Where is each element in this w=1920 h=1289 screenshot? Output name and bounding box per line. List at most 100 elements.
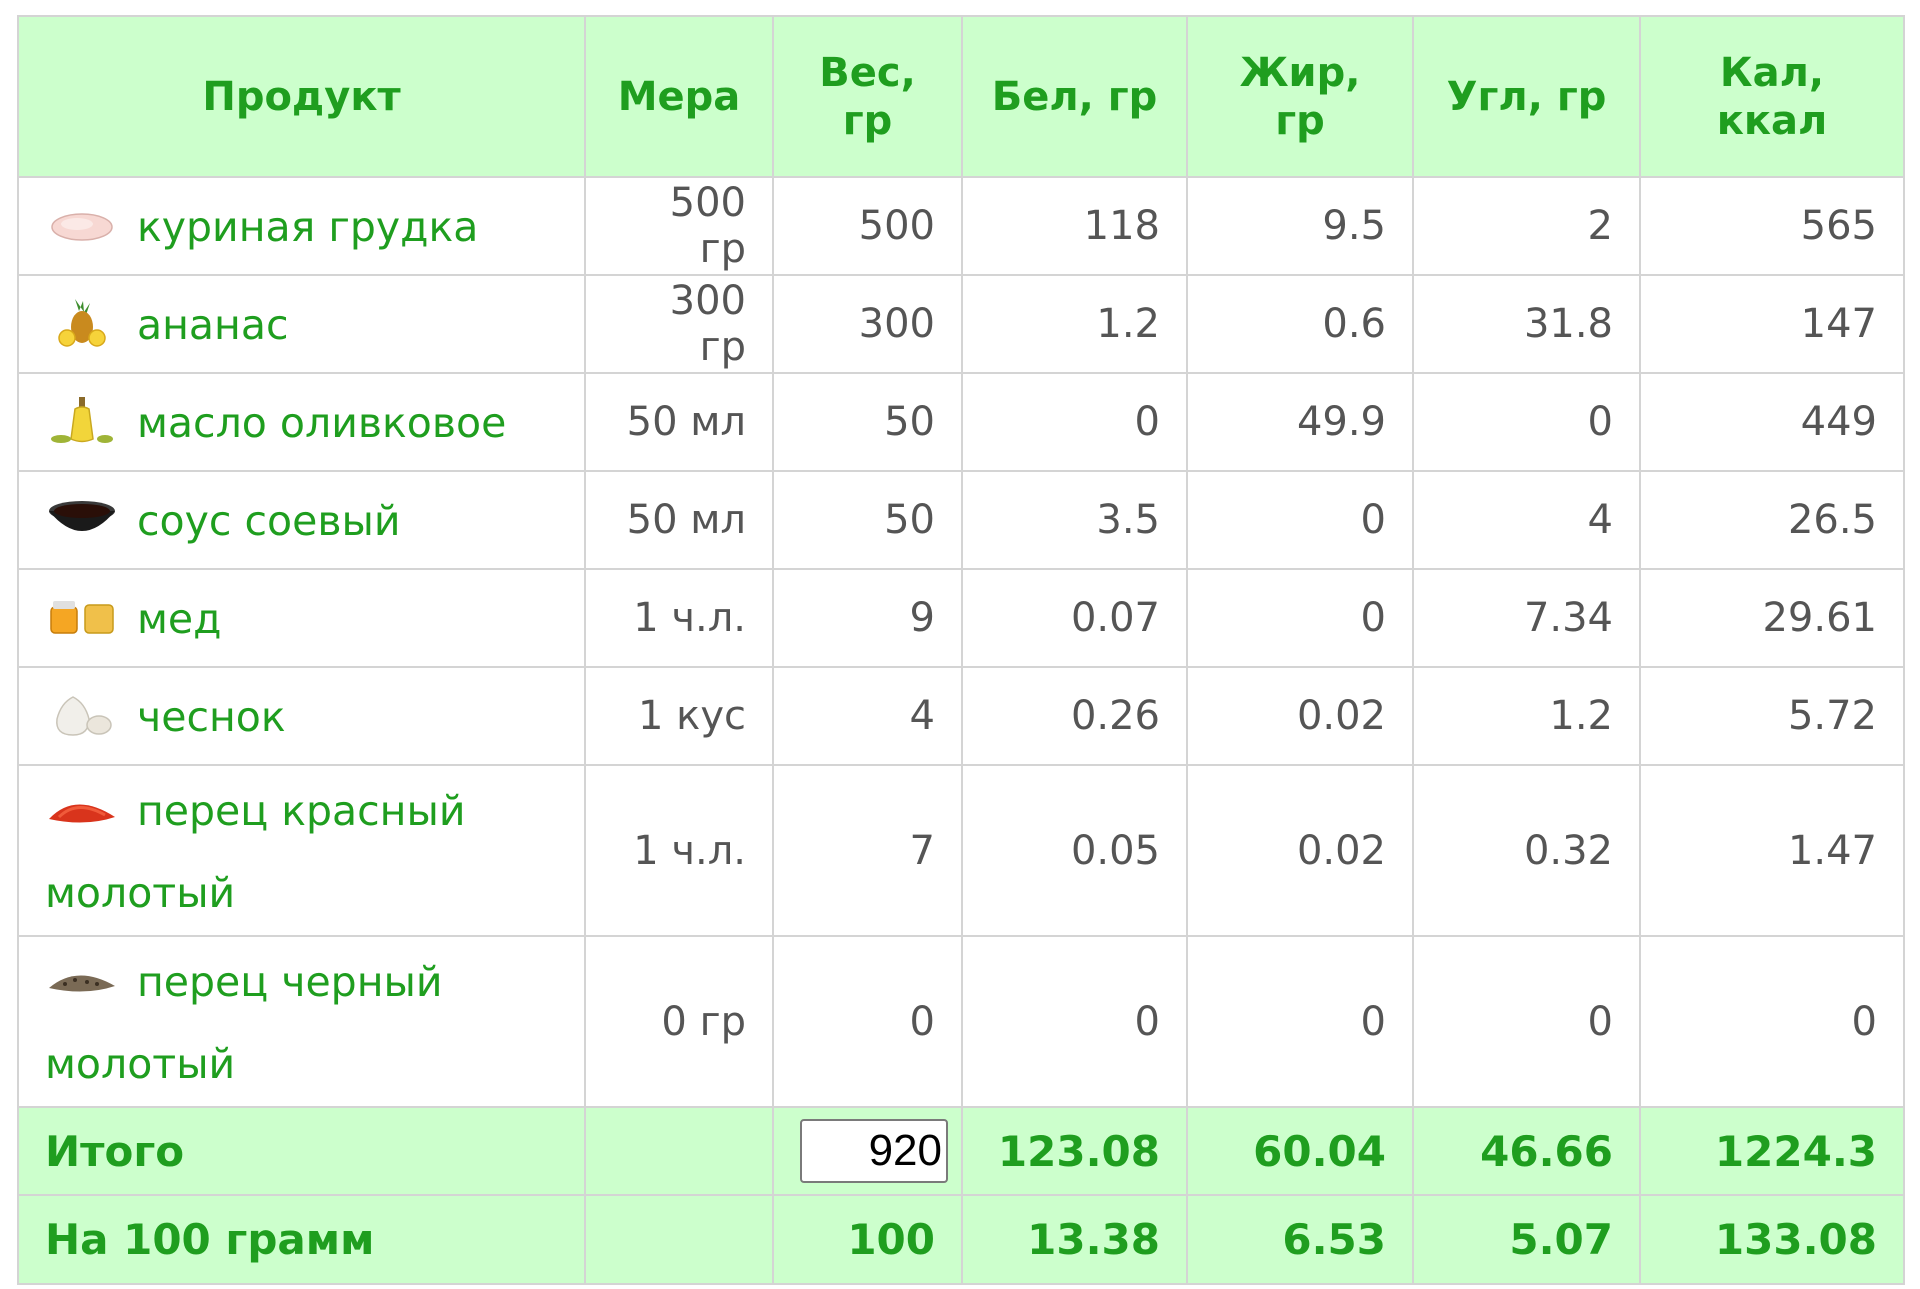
header-row: Продукт Мера Вес, гр Бел, гр Жир, гр Угл… bbox=[17, 15, 1905, 178]
product-cell: перец красный молотый bbox=[17, 764, 586, 937]
column-header-product: Продукт bbox=[17, 15, 586, 178]
fat-cell: 49.9 bbox=[1186, 372, 1414, 472]
measure-cell: 1 кус bbox=[584, 666, 774, 766]
column-header-calories: Кал, ккал bbox=[1639, 15, 1905, 178]
weight-cell: 500 bbox=[772, 176, 963, 276]
nutrition-table-container: Продукт Мера Вес, гр Бел, гр Жир, гр Угл… bbox=[17, 15, 1905, 1285]
fat-cell: 0.02 bbox=[1186, 666, 1414, 766]
product-link[interactable]: мед bbox=[137, 595, 222, 643]
fat-cell: 0.02 bbox=[1186, 764, 1414, 937]
fat-cell: 0 bbox=[1186, 568, 1414, 668]
table-row: ананас 300 гр 300 1.2 0.6 31.8 147 bbox=[17, 274, 1905, 374]
calories-cell: 26.5 bbox=[1639, 470, 1905, 570]
protein-cell: 3.5 bbox=[961, 470, 1188, 570]
product-cell: куриная грудка bbox=[17, 176, 586, 276]
chicken-breast-icon bbox=[45, 199, 119, 249]
table-row: мед 1 ч.л. 9 0.07 0 7.34 29.61 bbox=[17, 568, 1905, 668]
red-pepper-powder-icon bbox=[45, 783, 119, 833]
calories-cell: 147 bbox=[1639, 274, 1905, 374]
weight-cell: 50 bbox=[772, 372, 963, 472]
total-measure-cell bbox=[584, 1106, 774, 1196]
soy-sauce-icon bbox=[45, 493, 119, 543]
product-cell: соус соевый bbox=[17, 470, 586, 570]
carbs-cell: 31.8 bbox=[1412, 274, 1641, 374]
measure-cell: 500 гр bbox=[584, 176, 774, 276]
total-protein-cell: 123.08 bbox=[961, 1106, 1188, 1196]
protein-cell: 118 bbox=[961, 176, 1188, 276]
carbs-cell: 4 bbox=[1412, 470, 1641, 570]
weight-cell: 300 bbox=[772, 274, 963, 374]
per-100g-calories-cell: 133.08 bbox=[1639, 1194, 1905, 1285]
per-100g-label: На 100 грамм bbox=[17, 1194, 586, 1285]
calories-cell: 5.72 bbox=[1639, 666, 1905, 766]
table-row: соус соевый 50 мл 50 3.5 0 4 26.5 bbox=[17, 470, 1905, 570]
carbs-cell: 0.32 bbox=[1412, 764, 1641, 937]
weight-cell: 7 bbox=[772, 764, 963, 937]
protein-cell: 0 bbox=[961, 935, 1188, 1108]
carbs-cell: 0 bbox=[1412, 372, 1641, 472]
protein-cell: 0.07 bbox=[961, 568, 1188, 668]
garlic-icon bbox=[45, 689, 119, 739]
total-weight-cell bbox=[772, 1106, 963, 1196]
measure-cell: 50 мл bbox=[584, 372, 774, 472]
product-link[interactable]: куриная грудка bbox=[137, 203, 478, 251]
product-cell: перец черный молотый bbox=[17, 935, 586, 1108]
carbs-cell: 7.34 bbox=[1412, 568, 1641, 668]
measure-cell: 0 гр bbox=[584, 935, 774, 1108]
measure-cell: 1 ч.л. bbox=[584, 568, 774, 668]
carbs-cell: 1.2 bbox=[1412, 666, 1641, 766]
total-weight-input[interactable] bbox=[800, 1119, 948, 1183]
protein-cell: 1.2 bbox=[961, 274, 1188, 374]
protein-cell: 0.05 bbox=[961, 764, 1188, 937]
calories-cell: 29.61 bbox=[1639, 568, 1905, 668]
per-100g-row: На 100 грамм 100 13.38 6.53 5.07 133.08 bbox=[17, 1194, 1905, 1285]
honey-icon bbox=[45, 591, 119, 641]
weight-cell: 9 bbox=[772, 568, 963, 668]
table-row: куриная грудка 500 гр 500 118 9.5 2 565 bbox=[17, 176, 1905, 276]
measure-cell: 1 ч.л. bbox=[584, 764, 774, 937]
measure-cell: 50 мл bbox=[584, 470, 774, 570]
column-header-carbs: Угл, гр bbox=[1412, 15, 1641, 178]
product-link[interactable]: чеснок bbox=[137, 693, 286, 741]
per-100g-measure-cell bbox=[584, 1194, 774, 1285]
product-link[interactable]: масло оливковое bbox=[137, 399, 506, 447]
product-cell: чеснок bbox=[17, 666, 586, 766]
total-carbs-cell: 46.66 bbox=[1412, 1106, 1641, 1196]
product-cell: ананас bbox=[17, 274, 586, 374]
fat-cell: 0 bbox=[1186, 935, 1414, 1108]
calories-cell: 1.47 bbox=[1639, 764, 1905, 937]
column-header-measure: Мера bbox=[584, 15, 774, 178]
fat-cell: 0.6 bbox=[1186, 274, 1414, 374]
weight-cell: 4 bbox=[772, 666, 963, 766]
table-row: перец красный молотый 1 ч.л. 7 0.05 0.02… bbox=[17, 764, 1905, 937]
column-header-fat: Жир, гр bbox=[1186, 15, 1414, 178]
fat-cell: 0 bbox=[1186, 470, 1414, 570]
per-100g-carbs-cell: 5.07 bbox=[1412, 1194, 1641, 1285]
carbs-cell: 2 bbox=[1412, 176, 1641, 276]
weight-cell: 50 bbox=[772, 470, 963, 570]
nutrition-table: Продукт Мера Вес, гр Бел, гр Жир, гр Угл… bbox=[17, 15, 1905, 1285]
per-100g-weight-cell: 100 bbox=[772, 1194, 963, 1285]
total-label: Итого bbox=[17, 1106, 586, 1196]
product-link[interactable]: ананас bbox=[137, 301, 289, 349]
fat-cell: 9.5 bbox=[1186, 176, 1414, 276]
total-calories-cell: 1224.3 bbox=[1639, 1106, 1905, 1196]
protein-cell: 0 bbox=[961, 372, 1188, 472]
table-row: перец черный молотый 0 гр 0 0 0 0 0 bbox=[17, 935, 1905, 1108]
product-cell: масло оливковое bbox=[17, 372, 586, 472]
pineapple-icon bbox=[45, 297, 119, 347]
product-link[interactable]: соус соевый bbox=[137, 497, 401, 545]
total-row: Итого 123.08 60.04 46.66 1224.3 bbox=[17, 1106, 1905, 1196]
column-header-protein: Бел, гр bbox=[961, 15, 1188, 178]
measure-cell: 300 гр bbox=[584, 274, 774, 374]
total-fat-cell: 60.04 bbox=[1186, 1106, 1414, 1196]
weight-cell: 0 bbox=[772, 935, 963, 1108]
calories-cell: 0 bbox=[1639, 935, 1905, 1108]
black-pepper-powder-icon bbox=[45, 954, 119, 1004]
calories-cell: 565 bbox=[1639, 176, 1905, 276]
carbs-cell: 0 bbox=[1412, 935, 1641, 1108]
per-100g-protein-cell: 13.38 bbox=[961, 1194, 1188, 1285]
olive-oil-icon bbox=[45, 395, 119, 445]
protein-cell: 0.26 bbox=[961, 666, 1188, 766]
column-header-weight: Вес, гр bbox=[772, 15, 963, 178]
